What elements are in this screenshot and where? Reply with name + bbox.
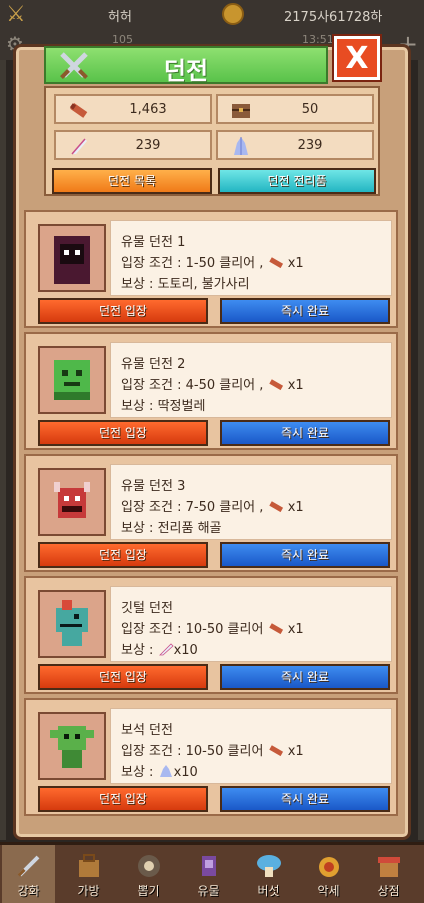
dungeon-reward: 보상 : 딱정벌레 — [121, 399, 206, 414]
nav-label: 가방 — [77, 884, 100, 898]
dungeon-card: 보석 던전입장 조건 : 10-50 클리어 x1 보상 : x10 던전 입장 즉시… — [24, 698, 398, 816]
dungeon-name: 유물 던전 2 — [121, 357, 186, 372]
gacha-icon — [134, 851, 164, 881]
dungeon-card: 깃털 던전입장 조건 : 10-50 클리어 x1 보상 : x10 던전 입장 즉시… — [24, 576, 398, 694]
tab-dungeon-loot[interactable]: 던전 전리품 — [218, 168, 376, 194]
enter-dungeon-button[interactable]: 던전 입장 — [38, 786, 208, 812]
chest-stat: 50 — [216, 94, 374, 124]
crystal-stat: 239 — [216, 130, 374, 160]
scroll-stat: 1,463 — [54, 94, 212, 124]
enter-dungeon-button[interactable]: 던전 입장 — [38, 542, 208, 568]
nav-item-accessory[interactable]: 악세 — [302, 845, 355, 903]
accessory-icon — [314, 851, 344, 881]
instant-complete-button[interactable]: 즉시 완료 — [220, 420, 390, 446]
background-right — [418, 60, 424, 840]
dungeon-monster-image — [38, 468, 106, 536]
dialog-title-bar: 던전 — [44, 46, 328, 85]
nav-label: 버섯 — [257, 884, 280, 898]
crystal-count: 239 — [297, 138, 323, 153]
player-name: 허허 — [108, 10, 132, 25]
dungeon-condition: 입장 조건 : 10-50 클리어 x1 — [121, 622, 304, 637]
bottom-nav: 강화 가방 뽑기 유물 버섯 악세 상점 — [0, 842, 424, 903]
shop-icon — [374, 851, 404, 881]
dungeon-monster-image — [38, 712, 106, 780]
dungeon-condition: 입장 조건 : 1-50 클리어 , x1 — [121, 256, 304, 271]
nav-item-relic[interactable]: 유물 — [182, 845, 235, 903]
dungeon-condition: 입장 조건 : 4-50 클리어 , x1 — [121, 378, 304, 393]
enter-dungeon-button[interactable]: 던전 입장 — [38, 664, 208, 690]
close-button[interactable]: X — [332, 34, 382, 82]
nav-item-gacha[interactable]: 뽑기 — [122, 845, 175, 903]
dungeon-name: 보석 던전 — [121, 723, 173, 738]
dialog-title: 던전 — [163, 57, 209, 85]
dungeon-info: 유물 던전 3 입장 조건 : 7-50 클리어 , x1 보상 : 전리품 해골 — [110, 464, 392, 540]
instant-complete-button[interactable]: 즉시 완료 — [220, 542, 390, 568]
dungeon-reward: 보상 : 전리품 해골 — [121, 521, 222, 536]
feather-stat: 239 — [54, 130, 212, 160]
dungeon-card: 유물 던전 2 입장 조건 : 4-50 클리어 , x1 보상 : 딱정벌레던전 … — [24, 332, 398, 450]
scroll-icon — [268, 623, 283, 635]
chest-count: 50 — [301, 102, 319, 117]
feather-icon — [158, 643, 174, 656]
nav-label: 뽑기 — [137, 884, 160, 898]
dungeon-card: 유물 던전 1 입장 조건 : 1-50 클리어 , x1 보상 : 도토리, 불가… — [24, 210, 398, 328]
scroll-icon — [268, 501, 283, 513]
dungeon-monster-image — [38, 346, 106, 414]
enter-dungeon-button[interactable]: 던전 입장 — [38, 420, 208, 446]
instant-complete-button[interactable]: 즉시 완료 — [220, 786, 390, 812]
instant-complete-button[interactable]: 즉시 완료 — [220, 664, 390, 690]
scroll-icon — [268, 257, 283, 269]
mushroom-icon — [254, 851, 284, 881]
nav-item-mushroom[interactable]: 버섯 — [242, 845, 295, 903]
nav-label: 상점 — [377, 884, 400, 898]
sword-icon: ⚔ — [6, 2, 26, 27]
background-left — [0, 60, 6, 840]
enter-dungeon-button[interactable]: 던전 입장 — [38, 298, 208, 324]
dungeon-name: 유물 던전 1 — [121, 235, 186, 250]
dungeon-info: 보석 던전입장 조건 : 10-50 클리어 x1 보상 : x10 — [110, 708, 392, 784]
scroll-count: 1,463 — [129, 102, 167, 117]
tab-dungeon-list[interactable]: 던전 목록 — [52, 168, 212, 194]
feather-count: 239 — [135, 138, 161, 153]
nav-item-bag[interactable]: 가방 — [62, 845, 115, 903]
instant-complete-button[interactable]: 즉시 완료 — [220, 298, 390, 324]
coin-icon — [222, 3, 244, 25]
sword-icon — [14, 851, 44, 881]
bag-icon — [74, 851, 104, 881]
dungeon-name: 깃털 던전 — [121, 601, 173, 616]
resource-panel: 1,463 50 239 239 던전 목록 던전 전리품 — [44, 86, 380, 196]
scroll-icon — [268, 745, 283, 757]
dungeon-condition: 입장 조건 : 10-50 클리어 x1 — [121, 744, 304, 759]
nav-item-shop[interactable]: 상점 — [362, 845, 415, 903]
gold-amount: 2175사61728하 — [284, 10, 383, 25]
dungeon-reward: 보상 : x10 — [121, 643, 198, 658]
dungeon-info: 유물 던전 2 입장 조건 : 4-50 클리어 , x1 보상 : 딱정벌레 — [110, 342, 392, 418]
dungeon-reward: 보상 : x10 — [121, 765, 198, 780]
crystal-icon — [159, 765, 172, 777]
nav-label: 강화 — [17, 884, 40, 898]
nav-item-sword[interactable]: 강화 — [2, 845, 55, 903]
relic-icon — [194, 851, 224, 881]
dungeon-info: 깃털 던전입장 조건 : 10-50 클리어 x1 보상 : x10 — [110, 586, 392, 662]
dungeon-condition: 입장 조건 : 7-50 클리어 , x1 — [121, 500, 304, 515]
dungeon-info: 유물 던전 1 입장 조건 : 1-50 클리어 , x1 보상 : 도토리, 불가… — [110, 220, 392, 296]
nav-label: 악세 — [317, 884, 340, 898]
nav-label: 유물 — [197, 884, 220, 898]
dungeon-reward: 보상 : 도토리, 불가사리 — [121, 277, 250, 292]
dungeon-name: 유물 던전 3 — [121, 479, 186, 494]
scroll-icon — [268, 379, 283, 391]
dungeon-monster-image — [38, 590, 106, 658]
dungeon-monster-image — [38, 224, 106, 292]
dungeon-card: 유물 던전 3 입장 조건 : 7-50 클리어 , x1 보상 : 전리품 해골던… — [24, 454, 398, 572]
